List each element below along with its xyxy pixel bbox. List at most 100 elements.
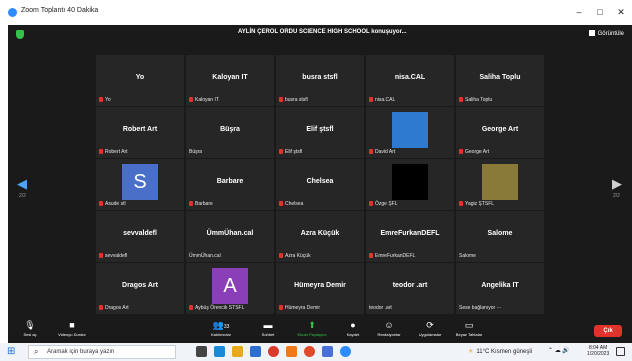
participant-tile[interactable]: Yagiz ŞTSFL [456, 159, 544, 210]
participant-tile[interactable]: ÜmmÜhan.cal ÜmmÜhan.cal [186, 211, 274, 262]
system-tray[interactable]: ⌃ ☁ 🔊 [548, 347, 570, 354]
participant-tile[interactable]: Saliha Toplu Saliha Toplu [456, 55, 544, 106]
muted-mic-icon [459, 97, 463, 102]
next-page-arrow-icon[interactable]: ▶ [612, 177, 622, 190]
participant-tile[interactable]: George Art George Art [456, 107, 544, 158]
chat-bubble-icon: ▬ [263, 320, 273, 330]
chrome-icon[interactable] [268, 346, 279, 357]
participant-avatar: S [122, 164, 158, 200]
muted-mic-icon [99, 305, 103, 310]
sun-icon: ☀ [468, 349, 474, 355]
participant-name-label: Robert Art [99, 149, 128, 155]
participant-center-name: George Art [481, 126, 519, 133]
participant-center-name: ÜmmÜhan.cal [206, 230, 254, 237]
windows-start-icon[interactable]: ⊞ [7, 347, 17, 357]
participant-center-name: Saliha Toplu [479, 74, 521, 81]
muted-mic-icon [279, 305, 283, 310]
participant-tile[interactable]: Barbare Barbare [186, 159, 274, 210]
participant-label-text: busra stsfl [285, 97, 308, 103]
participant-tile[interactable]: S Asude stl [96, 159, 184, 210]
muted-mic-icon [189, 305, 193, 310]
weather-widget[interactable]: ☀ 11°C Kısmen güneşli [468, 348, 532, 355]
edge-browser-icon[interactable] [214, 346, 225, 357]
muted-mic-icon [369, 97, 373, 102]
participant-tile[interactable]: Angelika IT Sese bağlanıyor ⋯ [456, 263, 544, 314]
muted-mic-icon [99, 253, 103, 258]
participant-label-text: EmreFurkanDEFL [375, 253, 416, 259]
reactions-button[interactable]: ☺ Reaksiyonlar [371, 320, 407, 337]
participants-button[interactable]: 👥33 Katılımcılar [201, 320, 241, 337]
participant-name-label: Büşra [189, 149, 202, 155]
security-shield-icon[interactable] [16, 30, 24, 39]
muted-mic-icon [459, 201, 463, 206]
participant-photo [482, 164, 518, 200]
participant-tile[interactable]: David Art [366, 107, 454, 158]
participant-label-text: Asude stl [105, 201, 126, 207]
muted-mic-icon [279, 149, 283, 154]
participant-tile[interactable]: Robert Art Robert Art [96, 107, 184, 158]
file-explorer-icon[interactable] [232, 346, 243, 357]
grid-view-icon [588, 30, 595, 36]
muted-mic-icon [279, 97, 283, 102]
record-button[interactable]: ● Kaydet [339, 320, 367, 337]
maximize-button[interactable]: □ [592, 5, 608, 19]
notifications-icon[interactable] [616, 347, 625, 356]
participant-name-label: Yo [99, 97, 111, 103]
participant-tile[interactable]: Kaloyan IT Kaloyan IT [186, 55, 274, 106]
chat-button[interactable]: ▬ Sohbet [254, 320, 282, 337]
participant-tile[interactable]: EmreFurkanDEFL EmreFurkanDEFL [366, 211, 454, 262]
store-icon[interactable] [250, 346, 261, 357]
apps-label: Uygulamalar [418, 332, 442, 337]
task-view-icon[interactable] [196, 346, 207, 357]
participant-name-label: Hümeyra Demir [279, 305, 320, 311]
participant-tile[interactable]: busra stsfl busra stsfl [276, 55, 364, 106]
taskbar-search-box[interactable]: ⌕ Aramak için buraya yazın [28, 345, 176, 359]
whiteboards-button[interactable]: ▭ Beyaz Tahtalar [449, 320, 489, 337]
participant-center-name: Yo [135, 74, 145, 81]
previous-page-arrow-icon[interactable]: ◀ [17, 177, 27, 190]
participant-tile[interactable]: sevvaldefl sevvaldefl [96, 211, 184, 262]
participants-label: Katılımcılar [210, 332, 231, 337]
app-icon-blue[interactable] [322, 346, 333, 357]
participant-name-label: ÜmmÜhan.cal [189, 253, 221, 259]
participant-tile[interactable]: Yo Yo [96, 55, 184, 106]
participant-center-name: Robert Art [122, 126, 158, 133]
participant-tile[interactable]: Özge ŞFL [366, 159, 454, 210]
participant-tile[interactable]: Chelsea Chelsea [276, 159, 364, 210]
zoom-taskbar-icon[interactable] [340, 346, 351, 357]
app-icon-orange[interactable] [286, 346, 297, 357]
view-button[interactable]: Görüntüle [588, 30, 624, 37]
muted-mic-icon [369, 149, 373, 154]
participant-tile[interactable]: Elif ştsfl Elif ştsfl [276, 107, 364, 158]
close-button[interactable]: ✕ [613, 5, 629, 19]
participant-tile[interactable]: Azra Küçük Azra Küçük [276, 211, 364, 262]
participant-tile[interactable]: teodor .art teodor .art [366, 263, 454, 314]
stop-video-button[interactable]: ■ Videoyu Durdur [50, 320, 94, 337]
participant-tile[interactable]: nisa.CAL nisa.CAL [366, 55, 454, 106]
participant-label-text: Chelsea [285, 201, 304, 207]
participant-center-name: Chelsea [306, 178, 334, 185]
leave-meeting-button[interactable]: Çık [594, 325, 622, 337]
participant-tile[interactable]: Hümeyra Demir Hümeyra Demir [276, 263, 364, 314]
participant-tile[interactable]: Salome Salome [456, 211, 544, 262]
minimize-button[interactable]: – [571, 5, 587, 19]
participant-center-name: EmreFurkanDEFL [380, 230, 440, 237]
reactions-smile-icon: ☺ [384, 320, 394, 330]
participant-label-text: Barbare [195, 201, 213, 207]
taskbar-clock[interactable]: 8:04 AM 1/20/2023 [587, 345, 609, 357]
participant-tile[interactable]: Dragos Art Dragos Art [96, 263, 184, 314]
participant-name-label: Özge ŞFL [369, 201, 398, 207]
share-screen-button[interactable]: ⬆ Ekran Paylaşımı [289, 320, 335, 337]
view-button-label: Görüntüle [597, 31, 624, 37]
participant-center-name: busra stsfl [302, 74, 338, 81]
participant-center-name: Elif ştsfl [306, 126, 334, 133]
participants-icon: 👥33 [212, 320, 230, 330]
weather-text: 11°C Kısmen güneşli [476, 349, 533, 355]
participant-tile[interactable]: A Aybüş Örencik STSFL [186, 263, 274, 314]
unmute-button[interactable]: 🎙 Sesi aç [16, 320, 44, 337]
window-title-bar: Zoom Toplantı 40 Dakika – □ ✕ [0, 0, 632, 25]
participant-name-label: sevvaldefl [99, 253, 127, 259]
participant-tile[interactable]: Büşra Büşra [186, 107, 274, 158]
browser-icon[interactable] [304, 346, 315, 357]
apps-button[interactable]: ⟳ Uygulamalar [412, 320, 448, 337]
